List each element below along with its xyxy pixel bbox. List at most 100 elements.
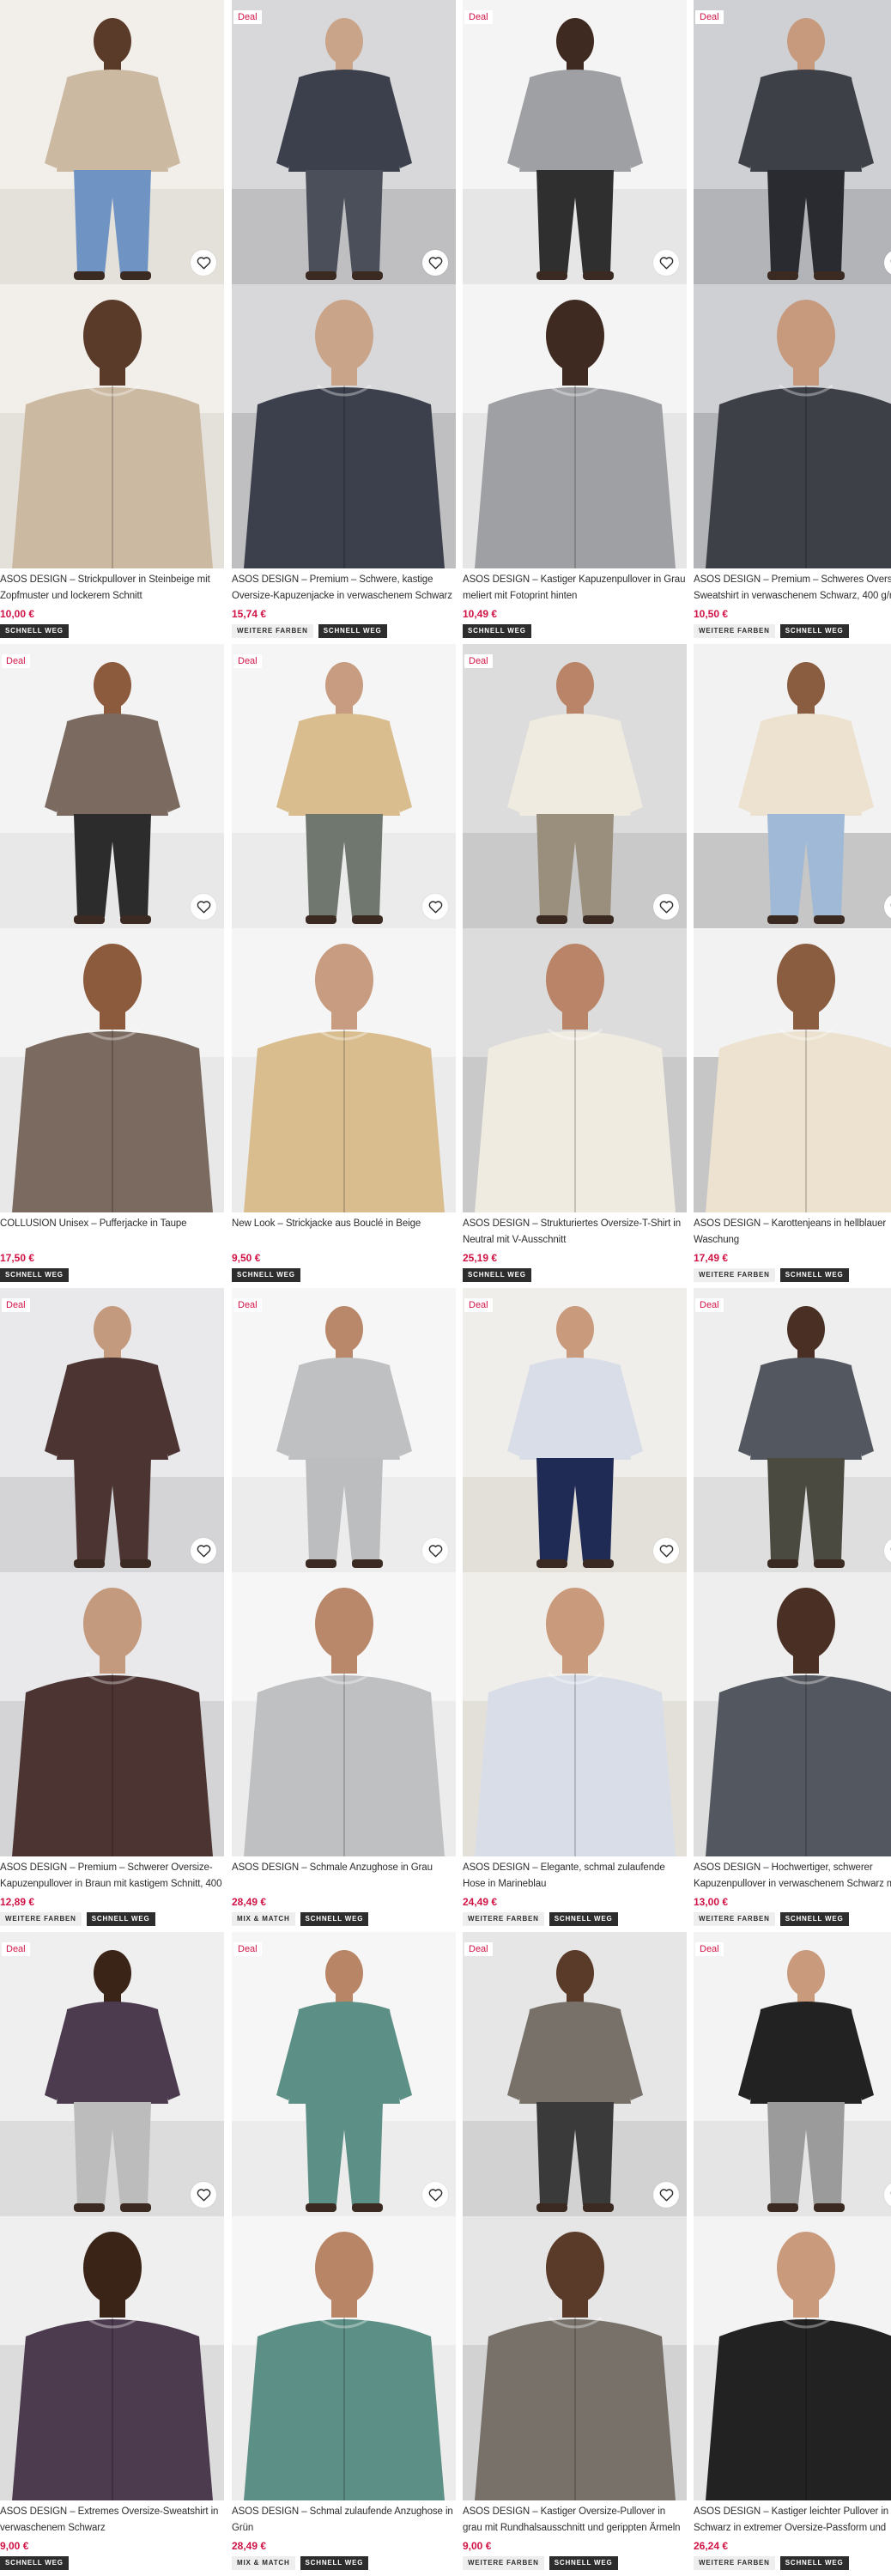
save-for-later-heart-icon[interactable] (191, 894, 216, 920)
save-for-later-heart-icon[interactable] (653, 250, 679, 276)
product-image[interactable]: Deal (463, 1932, 687, 2500)
save-for-later-heart-icon[interactable] (422, 894, 448, 920)
product-card[interactable]: ASOS DESIGN – Strickpullover in Steinbei… (0, 0, 224, 644)
deal-badge: Deal (695, 1942, 724, 1956)
product-image[interactable]: Deal (0, 1932, 224, 2500)
product-card[interactable]: Deal ASOS DESIGN – Strukturiertes Oversi… (463, 644, 687, 1288)
product-title[interactable]: ASOS DESIGN – Extremes Oversize-Sweatshi… (0, 2504, 224, 2537)
product-card[interactable]: Deal ASOS DESIGN – Hochwertiger, schwere… (694, 1288, 891, 1932)
product-image[interactable]: Deal (232, 0, 456, 568)
product-image[interactable]: Deal (463, 644, 687, 1212)
deal-badge: Deal (695, 1298, 724, 1312)
product-info: New Look – Strickjacke aus Bouclé in Bei… (232, 1216, 456, 1282)
product-tags: MIX & MATCH SCHNELL WEG (232, 2556, 456, 2570)
product-title[interactable]: ASOS DESIGN – Hochwertiger, schwerer Kap… (694, 1860, 891, 1893)
product-tag: WEITERE FARBEN (0, 1912, 82, 1926)
product-title[interactable]: ASOS DESIGN – Strickpullover in Steinbei… (0, 572, 224, 605)
product-title[interactable]: ASOS DESIGN – Strukturiertes Oversize-T-… (463, 1216, 687, 1249)
product-card[interactable]: ASOS DESIGN – Karottenjeans in hellblaue… (694, 644, 891, 1288)
save-for-later-heart-icon[interactable] (191, 1538, 216, 1564)
product-title[interactable]: ASOS DESIGN – Elegante, schmal zulaufend… (463, 1860, 687, 1893)
product-title[interactable]: ASOS DESIGN – Premium – Schwerer Oversiz… (0, 1860, 224, 1893)
save-for-later-heart-icon[interactable] (653, 894, 679, 920)
product-photo-front (0, 0, 224, 284)
product-tag: MIX & MATCH (232, 2556, 295, 2570)
save-for-later-heart-icon[interactable] (191, 250, 216, 276)
product-image[interactable]: Deal (463, 1288, 687, 1856)
product-tag: SCHNELL WEG (779, 2556, 849, 2570)
product-title[interactable]: ASOS DESIGN – Kastiger Oversize-Pullover… (463, 2504, 687, 2537)
product-price: 10,00 € (0, 608, 35, 620)
product-card[interactable]: Deal ASOS DESIGN – Schmal zulaufende Anz… (232, 1932, 456, 2576)
product-image[interactable]: Deal (463, 0, 687, 568)
product-title[interactable]: ASOS DESIGN – Kastiger Kapuzenpullover i… (463, 572, 687, 605)
product-image[interactable]: Deal (232, 644, 456, 1212)
product-photo-alt (694, 1572, 891, 1856)
product-photo-alt (463, 284, 687, 568)
product-photo-front (0, 1288, 224, 1572)
product-title[interactable]: COLLUSION Unisex – Pufferjacke in Taupe (0, 1216, 224, 1249)
product-tags: WEITERE FARBEN SCHNELL WEG (0, 1912, 224, 1926)
product-title[interactable]: ASOS DESIGN – Premium – Schwere, kastige… (232, 572, 456, 605)
product-price: 15,74 € (232, 608, 267, 620)
product-price: 9,50 € (232, 1252, 261, 1264)
product-image[interactable]: Deal (0, 1288, 224, 1856)
product-price: 17,49 € (694, 1252, 729, 1264)
product-card[interactable]: Deal ASOS DESIGN – Elegante, schmal zula… (463, 1288, 687, 1932)
product-card[interactable]: Deal ASOS DESIGN – Kastiger Kapuzenpullo… (463, 0, 687, 644)
product-image[interactable]: Deal (694, 1932, 891, 2500)
product-card[interactable]: Deal ASOS DESIGN – Premium – Schwere, ka… (232, 0, 456, 644)
save-for-later-heart-icon[interactable] (422, 1538, 448, 1564)
product-card[interactable]: Deal ASOS DESIGN – Extremes Oversize-Swe… (0, 1932, 224, 2576)
product-title[interactable]: ASOS DESIGN – Premium – Schweres Oversiz… (694, 572, 891, 605)
product-photo-front (694, 1288, 891, 1572)
product-info: COLLUSION Unisex – Pufferjacke in Taupe … (0, 1216, 224, 1282)
product-photo-alt (694, 928, 891, 1212)
product-tags: WEITERE FARBEN SCHNELL WEG (694, 1912, 891, 1926)
product-image[interactable]: Deal (0, 644, 224, 1212)
product-tag: SCHNELL WEG (779, 1268, 849, 1282)
product-title[interactable]: ASOS DESIGN – Schmale Anzughose in Grau (232, 1860, 456, 1893)
save-for-later-heart-icon[interactable] (422, 250, 448, 276)
product-card[interactable]: Deal ASOS DESIGN – Premium – Schwerer Ov… (0, 1288, 224, 1932)
save-for-later-heart-icon[interactable] (191, 2182, 216, 2208)
product-image[interactable]: Deal (694, 1288, 891, 1856)
save-for-later-heart-icon[interactable] (422, 2182, 448, 2208)
product-price: 9,00 € (463, 2540, 492, 2552)
product-image[interactable] (0, 0, 224, 568)
product-image[interactable] (694, 644, 891, 1212)
product-card[interactable]: Deal New Look – Strickjacke aus Bouclé i… (232, 644, 456, 1288)
deal-badge: Deal (233, 1298, 262, 1312)
save-for-later-heart-icon[interactable] (653, 1538, 679, 1564)
product-tag: SCHNELL WEG (232, 1268, 300, 1282)
product-image[interactable]: Deal (232, 1288, 456, 1856)
product-card[interactable]: Deal ASOS DESIGN – Premium – Schweres Ov… (694, 0, 891, 644)
product-price: 24,49 € (463, 1896, 498, 1908)
product-tag: WEITERE FARBEN (232, 624, 313, 638)
deal-badge: Deal (464, 654, 493, 668)
product-title[interactable]: ASOS DESIGN – Schmal zulaufende Anzughos… (232, 2504, 456, 2537)
product-title[interactable]: ASOS DESIGN – Karottenjeans in hellblaue… (694, 1216, 891, 1249)
product-info: ASOS DESIGN – Kastiger Oversize-Pullover… (463, 2504, 687, 2570)
product-tags: WEITERE FARBEN SCHNELL WEG (694, 2556, 891, 2570)
product-photo-front (694, 644, 891, 928)
product-card[interactable]: Deal COLLUSION Unisex – Pufferjacke in T… (0, 644, 224, 1288)
product-photo-front (463, 0, 687, 284)
product-info: ASOS DESIGN – Elegante, schmal zulaufend… (463, 1860, 687, 1926)
product-title[interactable]: New Look – Strickjacke aus Bouclé in Bei… (232, 1216, 456, 1249)
deal-badge: Deal (695, 10, 724, 24)
product-tag: SCHNELL WEG (549, 1912, 618, 1926)
product-card[interactable]: Deal ASOS DESIGN – Kastiger leichter Pul… (694, 1932, 891, 2576)
product-tag: WEITERE FARBEN (694, 1268, 775, 1282)
save-for-later-heart-icon[interactable] (653, 2182, 679, 2208)
product-title[interactable]: ASOS DESIGN – Kastiger leichter Pullover… (694, 2504, 891, 2537)
product-image[interactable]: Deal (232, 1932, 456, 2500)
product-tag: WEITERE FARBEN (463, 1912, 544, 1926)
product-card[interactable]: Deal ASOS DESIGN – Kastiger Oversize-Pul… (463, 1932, 687, 2576)
product-card[interactable]: Deal ASOS DESIGN – Schmale Anzughose in … (232, 1288, 456, 1932)
product-tags: SCHNELL WEG (0, 2556, 224, 2570)
deal-badge: Deal (464, 10, 493, 24)
deal-badge: Deal (464, 1942, 493, 1956)
product-image[interactable]: Deal (694, 0, 891, 568)
product-price: 25,19 € (463, 1252, 498, 1264)
